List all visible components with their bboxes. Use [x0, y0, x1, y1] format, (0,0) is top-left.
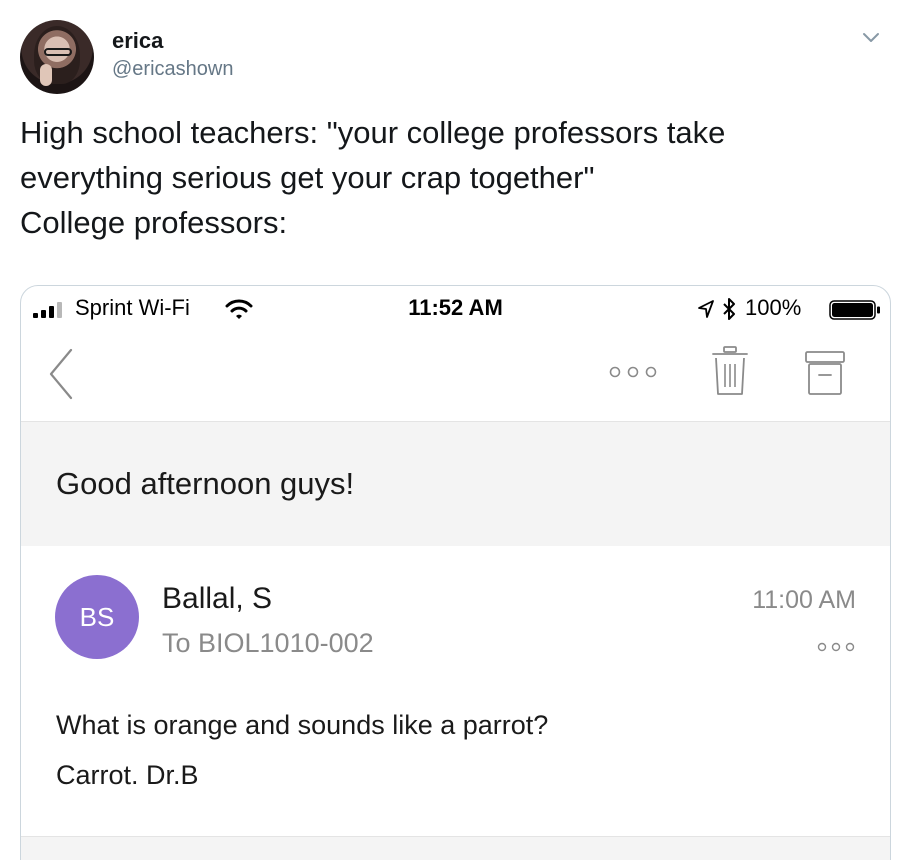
email-body: What is orange and sounds like a parrot?…: [56, 700, 548, 800]
back-chevron-icon[interactable]: [47, 346, 77, 402]
mail-toolbar: [21, 332, 890, 422]
recipient-line[interactable]: To BIOL1010-002: [162, 628, 374, 659]
tweet-text-line: everything serious get your crap togethe…: [20, 160, 595, 195]
user-handle[interactable]: @ericashown: [112, 58, 233, 81]
email-message: BS Ballal, S To BIOL1010-002 11:00 AM Wh…: [21, 546, 890, 836]
subject-header: Good afternoon guys!: [21, 422, 890, 546]
battery-icon: [829, 300, 880, 320]
next-section-band: [21, 837, 890, 860]
sender-name[interactable]: Ballal, S: [162, 582, 272, 616]
tweet-text-line: High school teachers: "your college prof…: [20, 115, 726, 150]
tweet-text: High school teachers: "your college prof…: [20, 110, 880, 245]
trash-icon[interactable]: [711, 346, 749, 396]
message-more-icon[interactable]: [816, 641, 856, 653]
archive-icon[interactable]: [805, 350, 845, 396]
email-subject: Good afternoon guys!: [56, 466, 355, 501]
user-avatar[interactable]: [20, 20, 94, 94]
message-time: 11:00 AM: [752, 586, 856, 614]
display-name[interactable]: erica: [112, 28, 163, 54]
avatar-hand: [40, 64, 52, 86]
bluetooth-icon: [723, 298, 735, 320]
tweet-text-line: College professors:: [20, 205, 288, 240]
avatar-glasses: [44, 48, 72, 56]
email-body-line: Carrot. Dr.B: [56, 760, 199, 790]
more-options-icon[interactable]: [607, 364, 659, 380]
status-bar: Sprint Wi-Fi 11:52 AM 100%: [21, 286, 890, 332]
email-body-line: What is orange and sounds like a parrot?: [56, 710, 549, 740]
tweet-header: erica @ericashown: [20, 20, 890, 100]
chevron-down-icon[interactable]: [860, 26, 882, 48]
embedded-screenshot[interactable]: Sprint Wi-Fi 11:52 AM 100% Good afternoo…: [20, 285, 891, 860]
location-arrow-icon: [698, 300, 714, 318]
battery-percent: 100%: [745, 295, 802, 320]
sender-avatar[interactable]: BS: [55, 575, 139, 659]
